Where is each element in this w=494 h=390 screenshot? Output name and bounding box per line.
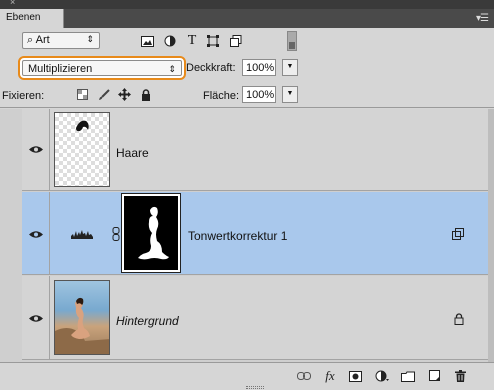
fill-label: Fläche:	[203, 90, 240, 102]
opacity-dropdown-button[interactable]: ▼	[282, 59, 298, 76]
resize-grip[interactable]	[246, 386, 264, 389]
fill-dropdown-button[interactable]: ▼	[282, 86, 298, 103]
visibility-toggle[interactable]	[22, 192, 50, 274]
smartobject-filter-icon[interactable]	[229, 34, 243, 48]
levels-histogram-icon	[71, 230, 93, 239]
layer-thumbnail[interactable]	[54, 280, 110, 355]
eye-icon[interactable]	[29, 145, 43, 154]
chevron-updown-icon: ⇕	[86, 34, 94, 44]
new-layer-icon[interactable]	[427, 368, 443, 384]
blend-opacity-bar: Multiplizieren ⇕ Deckkraft: 100% ▼	[0, 53, 494, 81]
layer-row-hintergrund[interactable]: Hintergrund	[22, 276, 494, 360]
eye-icon[interactable]	[29, 230, 43, 239]
photo-thumbnail	[55, 297, 109, 354]
hair-silhouette	[76, 120, 89, 132]
lock-label: Fixieren:	[2, 90, 45, 102]
blend-mode-select[interactable]: Multiplizieren ⇕	[22, 60, 182, 76]
opacity-input[interactable]: 100%	[242, 59, 276, 76]
link-chain-icon[interactable]	[112, 227, 120, 241]
layer-row-tonwertkorrektur[interactable]: Tonwertkorrektur 1	[22, 192, 494, 275]
window-titlebar: ×	[0, 0, 494, 9]
layer-row-haare[interactable]: Haare	[22, 109, 494, 191]
eye-icon[interactable]	[29, 314, 43, 323]
fx-icon[interactable]: fx	[322, 368, 338, 384]
clipping-mask-icon	[452, 228, 464, 240]
layers-list: Haare Tonwertkorrektur 1 Hintergrund	[0, 109, 494, 362]
adjustment-filter-icon[interactable]	[163, 34, 177, 48]
layer-thumbnail[interactable]	[54, 112, 110, 187]
add-mask-icon[interactable]	[347, 368, 363, 384]
filter-kind-select[interactable]: ⌕ Art ⇕	[22, 32, 100, 49]
filter-kind-label: Art	[35, 34, 50, 46]
image-filter-icon[interactable]	[140, 34, 154, 48]
blend-mode-highlight: Multiplizieren ⇕	[18, 56, 186, 80]
new-group-icon[interactable]	[400, 368, 416, 384]
layer-name: Hintergrund	[116, 314, 179, 328]
delete-layer-icon[interactable]	[452, 368, 468, 384]
lock-pixels-icon[interactable]	[97, 88, 110, 101]
visibility-toggle[interactable]	[22, 109, 50, 190]
search-icon: ⌕	[27, 34, 34, 46]
lock-icon[interactable]	[454, 313, 464, 325]
layer-name: Haare	[116, 146, 149, 160]
lock-position-icon[interactable]	[118, 88, 131, 101]
text-filter-icon[interactable]: T	[185, 33, 199, 48]
layer-name: Tonwertkorrektur 1	[188, 229, 288, 243]
layer-mask-thumbnail[interactable]	[121, 193, 181, 273]
link-layers-icon[interactable]	[296, 368, 312, 384]
shape-filter-icon[interactable]	[206, 34, 220, 48]
lock-all-icon[interactable]	[139, 88, 152, 101]
layer-filter-bar: ⌕ Art ⇕ T	[0, 28, 494, 53]
lock-transparency-icon[interactable]	[76, 88, 89, 101]
filter-toggle-switch[interactable]	[287, 31, 297, 51]
tab-layers[interactable]: Ebenen	[0, 9, 64, 28]
chevron-updown-icon: ⇕	[168, 64, 176, 74]
lock-bar: Fixieren: Fläche: 100% ▼	[0, 81, 494, 108]
figure-mask-silhouette	[138, 206, 169, 260]
new-adjustment-icon[interactable]	[374, 368, 390, 384]
fill-input[interactable]: 100%	[242, 86, 276, 103]
opacity-label: Deckkraft:	[186, 62, 236, 74]
close-icon[interactable]: ×	[10, 0, 15, 7]
scrollbar[interactable]	[488, 109, 494, 362]
blend-mode-value: Multiplizieren	[28, 63, 93, 75]
visibility-toggle[interactable]	[22, 276, 50, 359]
layers-footer-toolbar: fx	[0, 362, 494, 390]
panel-menu-icon[interactable]: ▾☰	[476, 13, 489, 24]
panel-tabbar: Ebenen ▾☰	[0, 9, 494, 28]
